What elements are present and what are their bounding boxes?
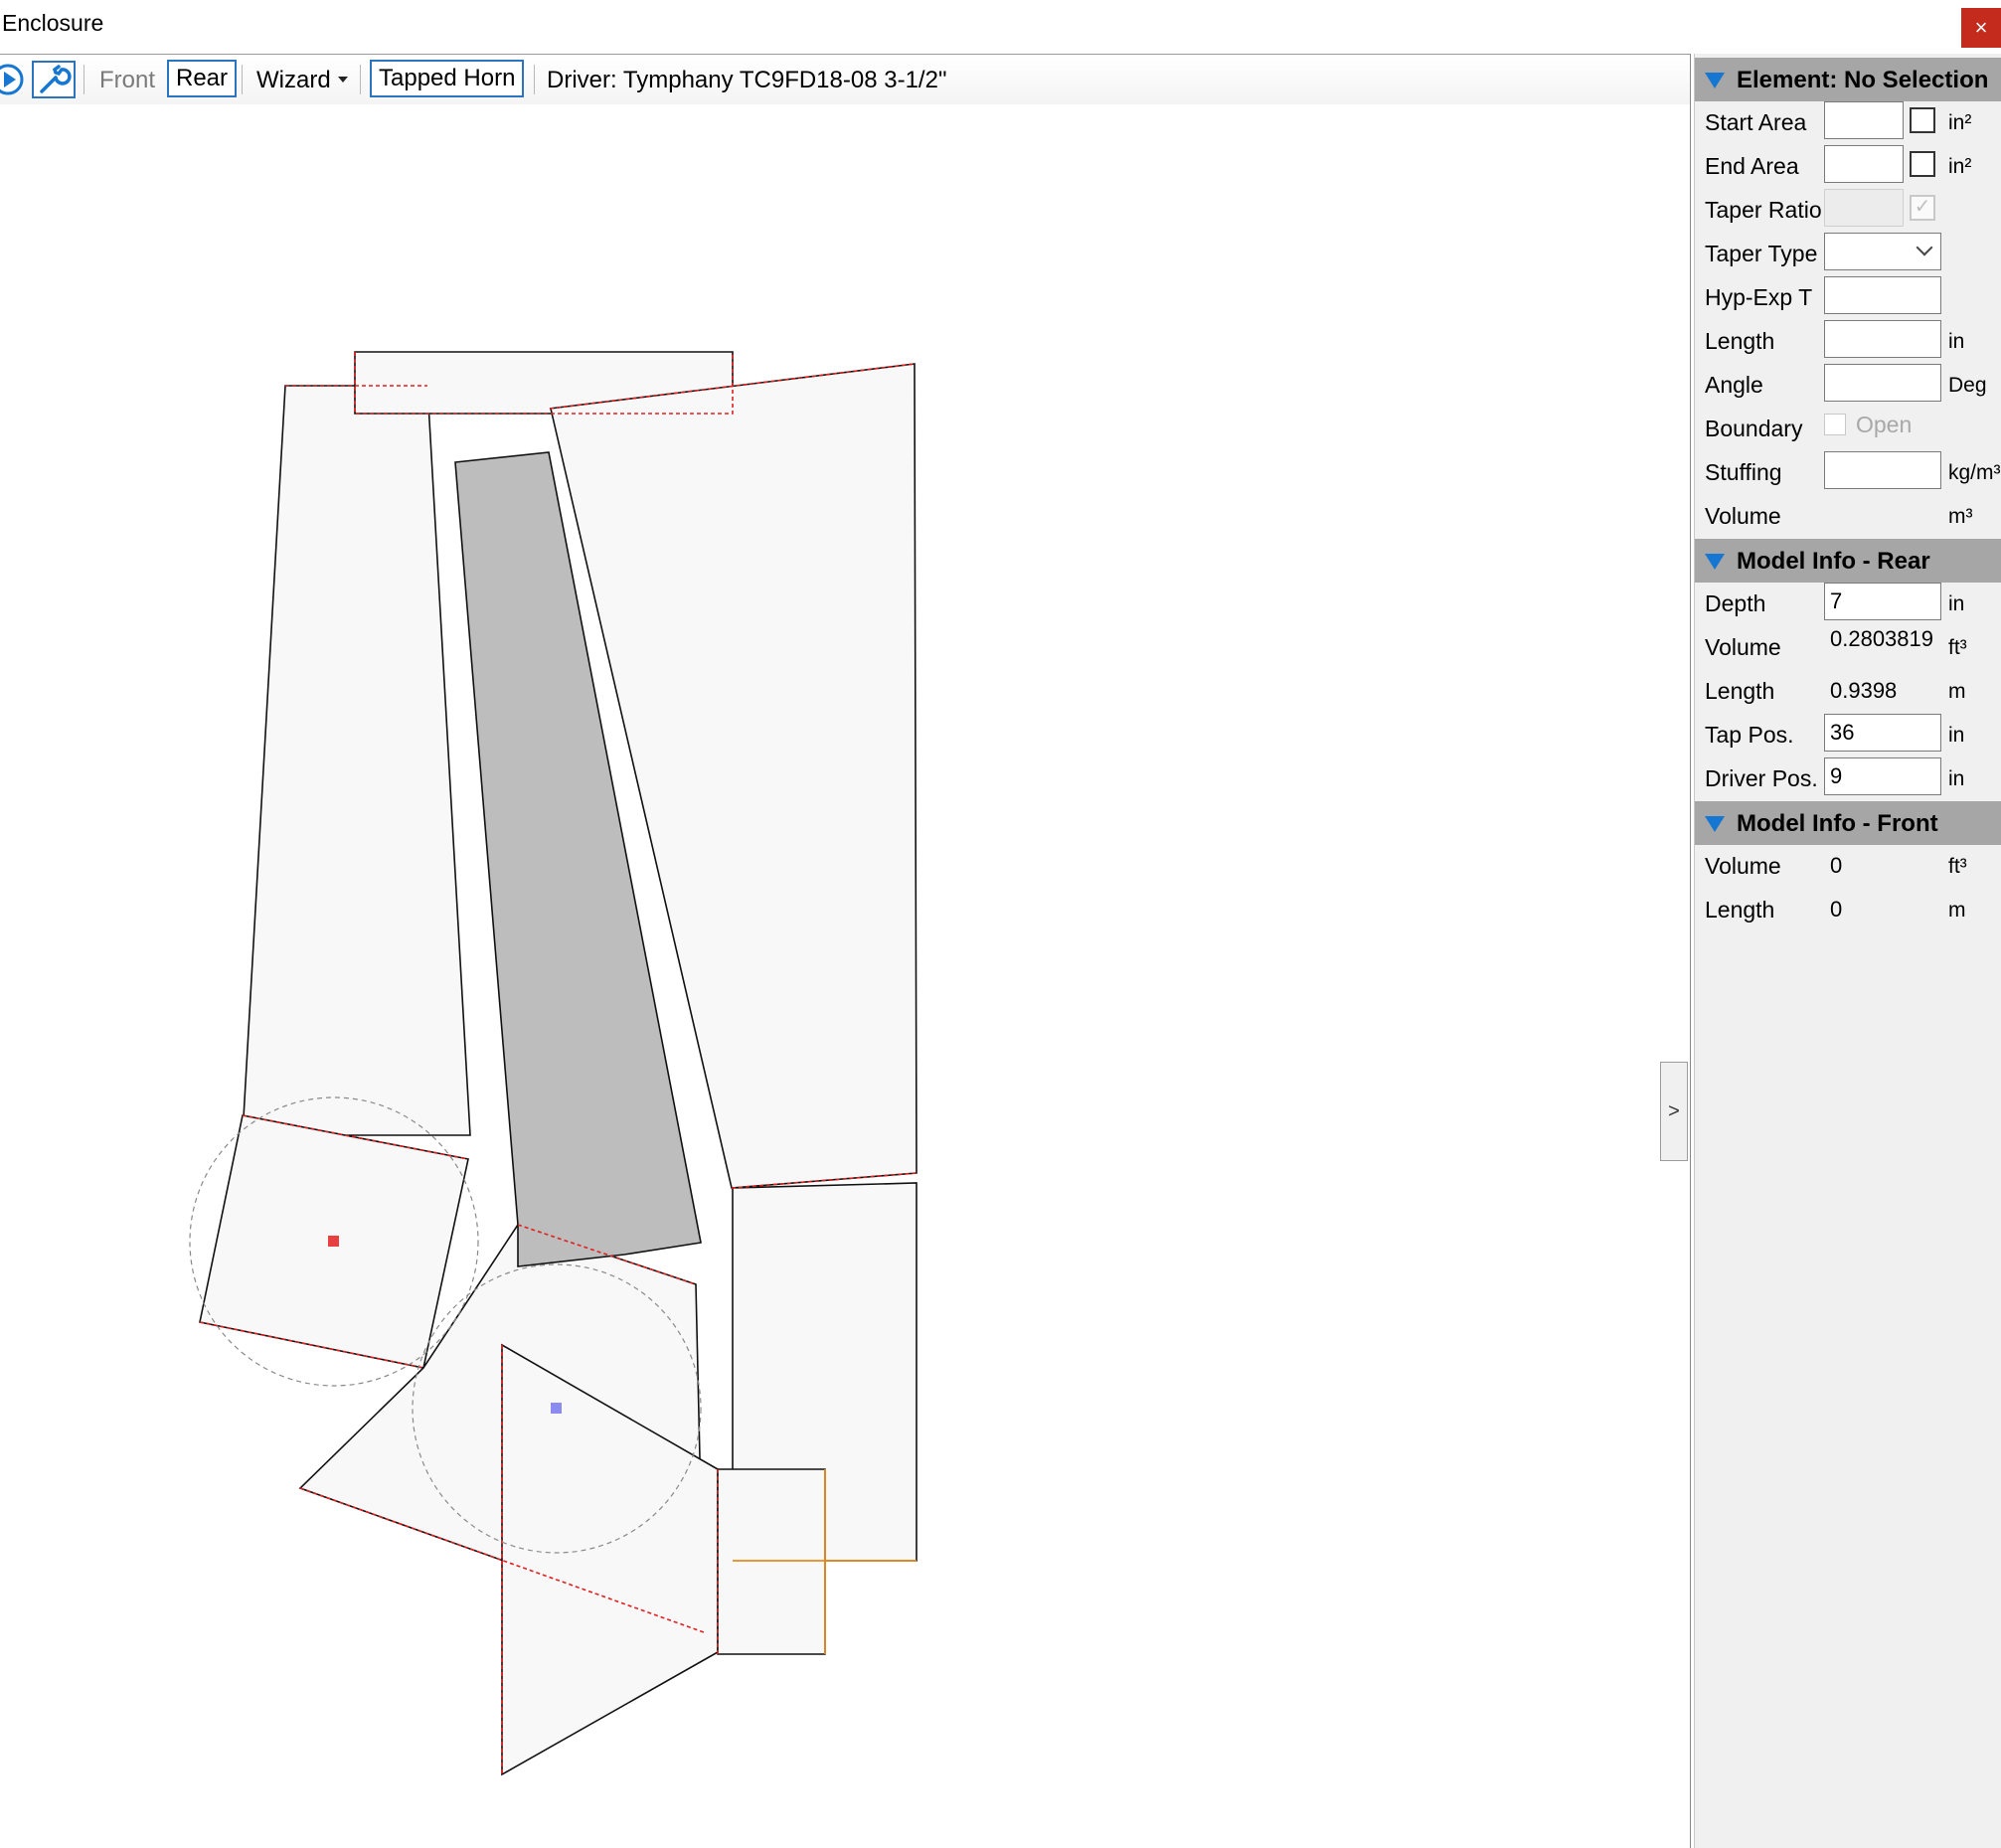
close-icon: × (1974, 15, 1988, 40)
collapse-triangle-icon (1705, 816, 1725, 832)
depth-input[interactable] (1824, 583, 1941, 620)
boundary-open-checkbox[interactable] (1824, 414, 1846, 435)
wrench-icon[interactable] (32, 61, 76, 98)
front-section-header[interactable]: Model Info - Front (1695, 801, 2001, 845)
angle-unit: Deg (1948, 374, 1987, 397)
play-icon[interactable] (0, 61, 26, 98)
rear-length-label: Length (1705, 678, 1775, 704)
start-area-unit: in² (1948, 111, 1972, 134)
taper-type-select[interactable] (1824, 233, 1941, 270)
toolbar: Front Rear Wizard Tapped Horn Driver: Ty… (0, 54, 1690, 104)
volume-label: Volume (1705, 503, 1781, 529)
window-title: Enclosure (2, 10, 104, 36)
taper-ratio-input[interactable] (1824, 189, 1904, 227)
dropdown-arrow-icon[interactable] (336, 75, 350, 84)
element-section-header[interactable]: Element: No Selection (1695, 58, 2001, 101)
collapse-panel-button[interactable]: > (1660, 1062, 1688, 1161)
length-input[interactable] (1824, 320, 1941, 358)
collapse-triangle-icon (1705, 73, 1725, 88)
taper-ratio-label: Taper Ratio (1705, 197, 1822, 223)
mouth-marker-icon (328, 1236, 339, 1247)
depth-unit: in (1948, 592, 1965, 615)
horn-segment-left[interactable] (242, 385, 471, 1136)
enclosure-canvas[interactable] (0, 103, 1690, 1848)
hyp-exp-input[interactable] (1824, 276, 1941, 314)
driver-pos-unit: in (1948, 767, 1965, 790)
front-volume-unit: ft³ (1948, 855, 1967, 878)
tap-pos-unit: in (1948, 724, 1965, 747)
rear-volume-unit: ft³ (1948, 636, 1967, 659)
section-title: Model Info - Rear (1737, 548, 1930, 575)
chevron-right-icon: > (1668, 1100, 1680, 1122)
tap-pos-label: Tap Pos. (1705, 722, 1794, 748)
end-area-checkbox[interactable] (1910, 151, 1935, 177)
driver-marker-icon (551, 1403, 562, 1414)
property-panel: Element: No Selection Start Area in² End… (1694, 54, 2001, 1848)
rear-button[interactable]: Rear (167, 60, 238, 97)
taper-ratio-checkbox[interactable]: ✓ (1910, 195, 1935, 221)
horn-segment-small-box[interactable] (717, 1468, 826, 1655)
end-area-label: End Area (1705, 153, 1799, 179)
rear-volume-label: Volume (1705, 634, 1781, 660)
front-length-unit: m (1948, 899, 1966, 922)
rear-length-unit: m (1948, 680, 1966, 703)
rear-volume-value: 0.2803819 (1830, 626, 1933, 651)
front-length-label: Length (1705, 897, 1775, 923)
front-volume-label: Volume (1705, 853, 1781, 879)
collapse-triangle-icon (1705, 554, 1725, 570)
tapped-horn-button[interactable]: Tapped Horn (370, 60, 525, 97)
start-area-checkbox[interactable] (1910, 107, 1935, 133)
chevron-down-icon (1916, 239, 1933, 256)
volume-unit: m³ (1948, 505, 1973, 528)
length-label: Length (1705, 328, 1775, 354)
depth-label: Depth (1705, 590, 1766, 616)
driver-pos-label: Driver Pos. (1705, 765, 1818, 791)
toolbar-separator (360, 65, 361, 94)
toolbar-separator (242, 65, 243, 94)
section-title: Element: No Selection (1737, 67, 1989, 93)
stuffing-unit: kg/m³ (1948, 461, 2001, 484)
close-button[interactable]: × (1961, 8, 2001, 48)
front-button[interactable]: Front (99, 67, 155, 94)
start-area-label: Start Area (1705, 109, 1807, 135)
start-area-input[interactable] (1824, 101, 1904, 139)
tap-pos-input[interactable] (1824, 714, 1941, 752)
rear-length-value: 0.9398 (1830, 678, 1898, 703)
length-unit: in (1948, 330, 1965, 353)
front-length-value: 0 (1830, 897, 1843, 922)
boundary-open-label: Open (1856, 412, 1913, 437)
angle-label: Angle (1705, 372, 1763, 398)
stuffing-input[interactable] (1824, 451, 1941, 489)
title-bar: Enclosure × (0, 0, 2001, 52)
stuffing-label: Stuffing (1705, 459, 1782, 485)
end-area-input[interactable] (1824, 145, 1904, 183)
front-volume-value: 0 (1830, 853, 1843, 878)
boundary-label: Boundary (1705, 416, 1803, 441)
toolbar-separator (534, 65, 535, 94)
hyp-exp-label: Hyp-Exp T (1705, 284, 1813, 310)
end-area-unit: in² (1948, 155, 1972, 178)
toolbar-separator (83, 65, 84, 94)
taper-type-label: Taper Type (1705, 241, 1818, 266)
rear-section-header[interactable]: Model Info - Rear (1695, 539, 2001, 583)
angle-input[interactable] (1824, 364, 1941, 402)
section-title: Model Info - Front (1737, 810, 1938, 837)
driver-label: Driver: Tymphany TC9FD18-08 3-1/2" (547, 67, 947, 93)
driver-pos-input[interactable] (1824, 757, 1941, 795)
wizard-button[interactable]: Wizard (256, 67, 331, 94)
main-area: Front Rear Wizard Tapped Horn Driver: Ty… (0, 54, 1691, 1848)
